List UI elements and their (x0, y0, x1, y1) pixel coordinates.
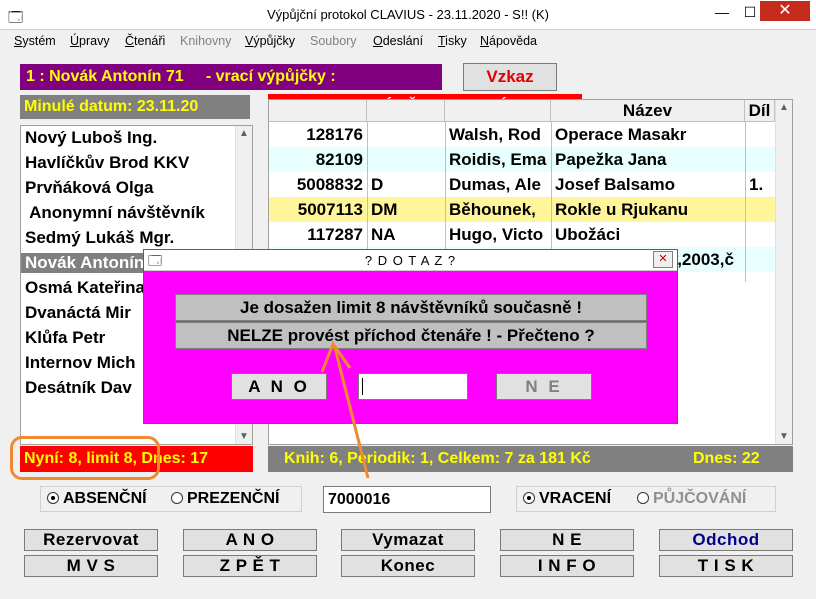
scroll-down-icon[interactable]: ▼ (239, 431, 249, 442)
cell-sig[interactable] (371, 122, 443, 147)
dialog-title[interactable]: ? D O T A Z ? (144, 250, 677, 271)
menu-bar: Systém Úpravy Čtenáři Knihovny Výpůjčky … (0, 31, 816, 53)
close-button[interactable]: ✕ (760, 1, 810, 21)
absencni-radio[interactable]: ABSENČNÍ (47, 487, 147, 511)
dialog-message: Je dosažen limit 8 návštěvníků současně … (175, 294, 647, 321)
dialog-close-button[interactable]: ✕ (653, 251, 673, 268)
cell-code[interactable]: 5007113 (269, 197, 363, 222)
menu-soubory[interactable]: Soubory (310, 34, 357, 48)
menu-napoveda[interactable]: Nápověda (480, 34, 537, 48)
rezervovat-button[interactable]: Rezervovat (24, 529, 158, 551)
cell-part[interactable] (749, 197, 775, 222)
cell-title[interactable]: Papežka Jana (555, 147, 743, 172)
cell-title[interactable]: y,2003,č (669, 247, 775, 272)
menu-knihovny[interactable]: Knihovny (180, 34, 231, 48)
menu-vypujcky[interactable]: Výpůjčky (245, 34, 295, 48)
list-item[interactable]: Desátník Dav (25, 378, 132, 398)
cell-author[interactable]: Roidis, Ema (449, 147, 549, 172)
cell-code[interactable]: 5008832 (269, 172, 363, 197)
dialog-ano-button[interactable]: A N O (231, 373, 327, 400)
radio-icon (171, 492, 183, 504)
menu-ctenari[interactable]: Čtenáři (125, 34, 165, 48)
vraceni-radio[interactable]: VRACENÍ (523, 487, 611, 511)
radio-selected-icon (47, 492, 59, 504)
list-item[interactable]: Anonymní návštěvník (25, 203, 205, 223)
column-header[interactable] (269, 100, 367, 122)
cell-part[interactable] (749, 147, 775, 172)
cell-part[interactable] (749, 222, 775, 247)
konec-button[interactable]: Konec (341, 555, 475, 577)
dialog-ne-button[interactable]: N E (496, 373, 592, 400)
cell-title[interactable]: Operace Masakr (555, 122, 743, 147)
vymazat-button[interactable]: Vymazat (341, 529, 475, 551)
prezencni-radio[interactable]: PREZENČNÍ (171, 487, 279, 511)
vzkaz-button[interactable]: Vzkaz (463, 63, 557, 91)
cell-code[interactable]: 82109 (269, 147, 363, 172)
cell-sig[interactable]: NA (371, 222, 443, 247)
cell-part[interactable]: 1. (749, 172, 775, 197)
radio-icon (637, 492, 649, 504)
loan-type-group: ABSENČNÍ PREZENČNÍ (40, 486, 302, 512)
cell-author[interactable]: Hugo, Victo (449, 222, 549, 247)
scroll-up-icon[interactable]: ▲ (779, 102, 789, 113)
list-item[interactable]: Sedmý Lukáš Mgr. (25, 228, 174, 248)
cell-author[interactable]: Walsh, Rod (449, 122, 549, 147)
tisk-button[interactable]: T I S K (659, 555, 793, 577)
list-item[interactable]: Dvanáctá Mir (25, 303, 131, 323)
annotation-highlight (10, 436, 160, 480)
list-item[interactable]: Havlíčkův Brod KKV (25, 153, 189, 173)
query-dialog: ? D O T A Z ? 🗔 ✕ Je dosažen limit 8 náv… (143, 249, 678, 424)
cell-title[interactable]: Rokle u Rjukanu (555, 197, 743, 222)
list-item[interactable]: Klůfa Petr (25, 328, 105, 348)
info-button[interactable]: I N F O (500, 555, 634, 577)
cell-part[interactable] (749, 122, 775, 147)
dialog-input[interactable] (358, 373, 468, 400)
cell-sig[interactable]: D (371, 172, 443, 197)
mvs-button[interactable]: M V S (24, 555, 158, 577)
mode-group: VRACENÍ PŮJČOVÁNÍ (516, 486, 776, 512)
grid-scrollbar[interactable]: ▲ ▼ (775, 100, 792, 444)
loans-today: Dnes: 22 (693, 450, 760, 467)
list-item[interactable]: Osmá Kateřina (25, 278, 145, 298)
menu-system[interactable]: Systém (14, 34, 56, 48)
app-icon: 🗔 (148, 253, 163, 268)
column-header[interactable] (367, 100, 445, 122)
ne-button[interactable]: N E (500, 529, 634, 551)
cell-title[interactable]: Josef Balsamo (555, 172, 743, 197)
cell-author[interactable]: Dumas, Ale (449, 172, 549, 197)
cell-sig[interactable]: DM (371, 197, 443, 222)
zpet-button[interactable]: Z P Ě T (183, 555, 317, 577)
cell-title[interactable]: Ubožáci (555, 222, 743, 247)
previous-date: Minulé datum: 23.11.20 (20, 95, 250, 119)
menu-odeslani[interactable]: Odeslání (373, 34, 423, 48)
column-header[interactable] (445, 100, 551, 122)
dialog-message: NELZE provést příchod čtenáře ! - Přečte… (175, 322, 647, 349)
cell-code[interactable]: 128176 (269, 122, 363, 147)
column-header[interactable]: Název (551, 100, 745, 122)
cell-code[interactable]: 117287 (269, 222, 363, 247)
column-header[interactable]: Díl (745, 100, 775, 122)
list-item[interactable]: Nový Luboš Ing. (25, 128, 157, 148)
loans-summary: Knih: 6, Periodik: 1, Celkem: 7 za 181 K… (268, 446, 793, 472)
scroll-up-icon[interactable]: ▲ (239, 128, 249, 139)
current-reader-banner: 1 : Novák Antonín 71 - vrací výpůjčky : (20, 64, 442, 90)
pujcovani-radio[interactable]: PŮJČOVÁNÍ (637, 487, 746, 511)
list-item[interactable]: Internov Mich (25, 353, 136, 373)
barcode-input[interactable]: 7000016 (323, 486, 491, 513)
cell-sig[interactable] (371, 147, 443, 172)
cell-author[interactable]: Běhounek, (449, 197, 549, 222)
scroll-down-icon[interactable]: ▼ (779, 431, 789, 442)
loans-summary-text: Knih: 6, Periodik: 1, Celkem: 7 za 181 K… (284, 450, 591, 467)
text-caret (362, 378, 363, 395)
radio-selected-icon (523, 492, 535, 504)
list-item[interactable]: Prvňáková Olga (25, 178, 154, 198)
ano-button[interactable]: A N O (183, 529, 317, 551)
odchod-button[interactable]: Odchod (659, 529, 793, 551)
window-title: Výpůjční protokol CLAVIUS - 23.11.2020 -… (266, 7, 550, 22)
menu-tisky[interactable]: Tisky (438, 34, 467, 48)
menu-upravy[interactable]: Úpravy (70, 34, 110, 48)
